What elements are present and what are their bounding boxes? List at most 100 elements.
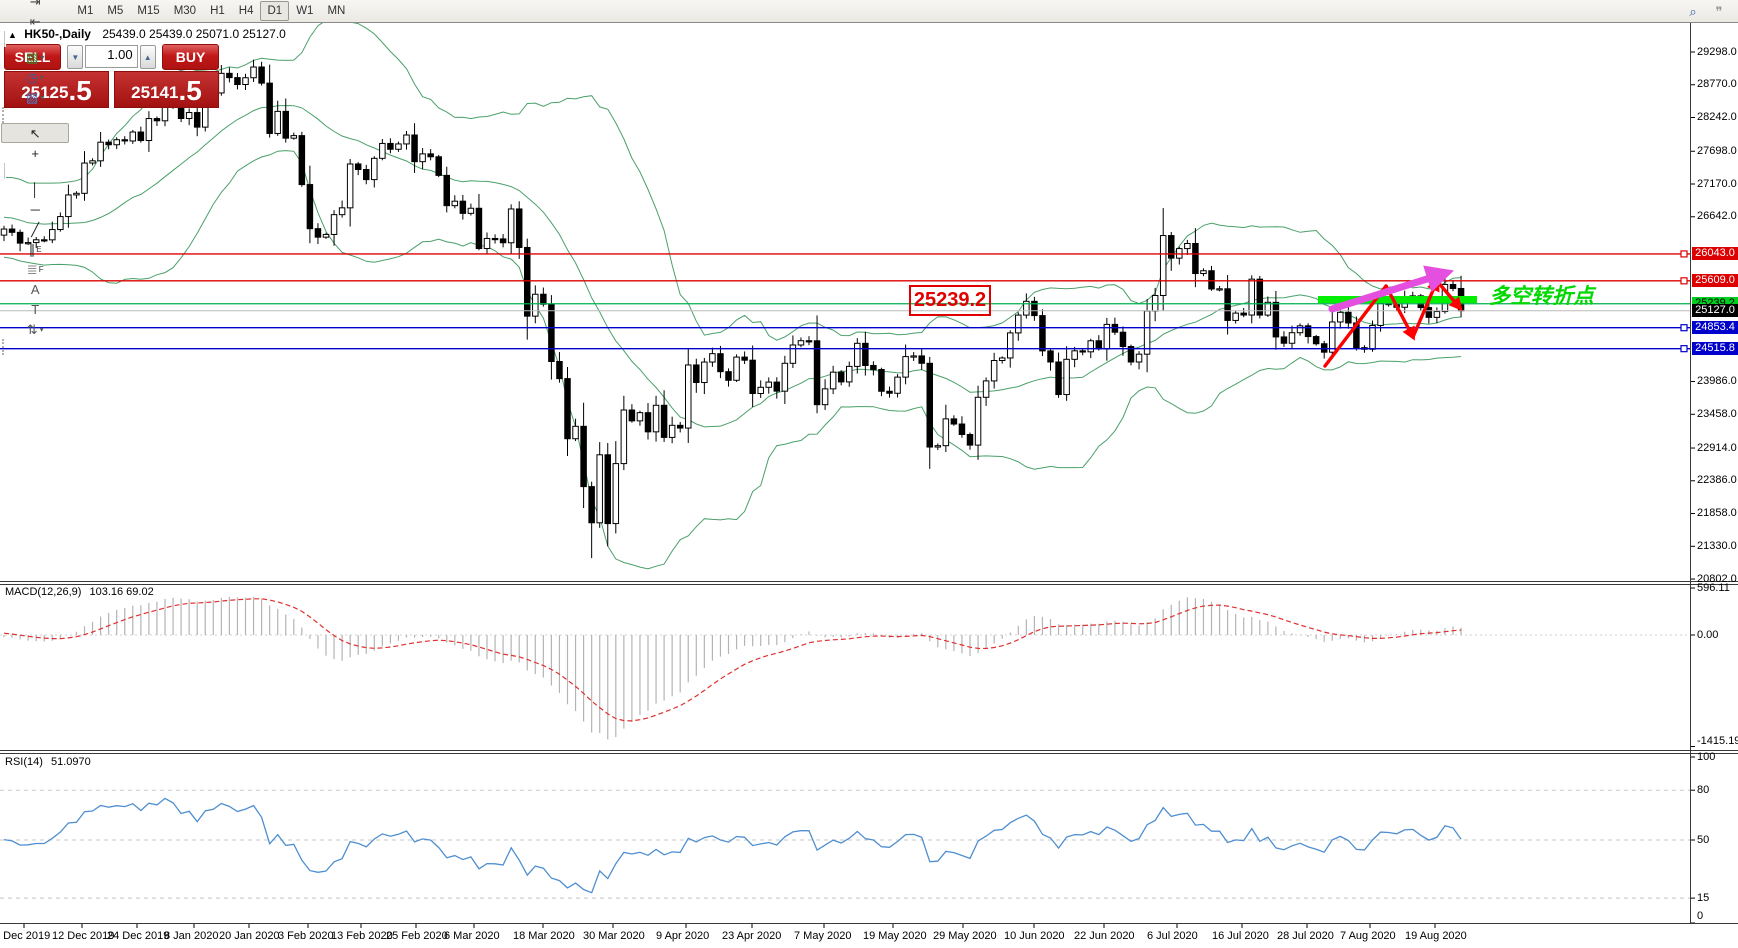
- trendline-icon: ╱: [31, 223, 39, 236]
- toolbar-drag-handle[interactable]: [2, 339, 9, 355]
- ohlc-values: 25439.0 25439.0 25071.0 25127.0: [102, 27, 286, 41]
- auto-scroll-icon: ⇥: [30, 0, 41, 8]
- sell-price-pip: .5: [68, 76, 91, 106]
- fibonacci-icon-sub: F: [39, 265, 44, 274]
- macd-label: MACD(12,26,9) 103.16 69.02: [5, 586, 154, 598]
- toolbar-right-group: ⌕❞: [1680, 1, 1732, 21]
- search-button[interactable]: ⌕: [1681, 1, 1705, 21]
- date-tick-label: 2 Dec 2019: [0, 930, 50, 942]
- date-tick-label: 13 Feb 2020: [331, 930, 393, 942]
- vertical-line-icon: │: [31, 183, 39, 196]
- fibonacci-button[interactable]: ≣F: [1, 259, 69, 279]
- chart-canvas[interactable]: [0, 0, 1738, 948]
- add-indicator-button[interactable]: ▧▾: [1, 47, 69, 67]
- timeframe-m15-button[interactable]: M15: [130, 1, 166, 21]
- horizontal-line-button[interactable]: ─: [1, 199, 69, 219]
- timeframe-h4-button[interactable]: H4: [232, 1, 261, 21]
- chart-shift-button[interactable]: ⇤: [1, 11, 69, 31]
- periods-clock-icon: ◷: [27, 71, 38, 84]
- dropdown-arrow-icon[interactable]: ▾: [40, 73, 44, 82]
- timeframe-d1-button[interactable]: D1: [260, 1, 289, 21]
- timeframe-group: M1M5M15M30H1H4D1W1MN: [70, 1, 352, 21]
- rsi-name: RSI(14): [5, 756, 43, 768]
- crosshair-button[interactable]: +: [1, 143, 69, 163]
- volume-input[interactable]: 1.00: [85, 45, 137, 68]
- date-tick-label: 9 Apr 2020: [656, 930, 709, 942]
- rsi-tick-label: 100: [1697, 751, 1715, 763]
- date-tick-label: 8 Jan 2020: [164, 930, 218, 942]
- macd-panel[interactable]: [0, 597, 1690, 739]
- volume-increase-button[interactable]: ▲: [140, 45, 156, 69]
- macd-tick-label: -1415.19: [1697, 735, 1738, 747]
- arrows-button[interactable]: ⇅▾: [1, 319, 69, 339]
- horizontal-line-icon: ─: [31, 203, 40, 216]
- price-tick-label: 27698.0: [1697, 145, 1737, 157]
- chart-shift-icon: ⇤: [30, 15, 41, 28]
- price-tick-label: 28242.0: [1697, 111, 1737, 123]
- panel-separator[interactable]: [0, 750, 1738, 751]
- buy-price-display[interactable]: 25141 .5: [114, 71, 219, 108]
- rsi-panel[interactable]: [0, 790, 1690, 898]
- timeframe-mn-button[interactable]: MN: [320, 1, 352, 21]
- support-price-annotation[interactable]: 25239.2: [909, 285, 991, 316]
- panel-separator: [0, 753, 1738, 754]
- date-tick-label: 25 Feb 2020: [386, 930, 448, 942]
- dropdown-arrow-icon[interactable]: ▾: [40, 93, 44, 102]
- price-tick-label: 23986.0: [1697, 375, 1737, 387]
- price-tick-label: 22914.0: [1697, 442, 1737, 454]
- macd-values: 103.16 69.02: [89, 586, 153, 598]
- auto-scroll-button[interactable]: ⇥: [1, 0, 69, 11]
- community-chat-button[interactable]: ❞: [1707, 1, 1731, 21]
- panel-separator: [0, 584, 1738, 585]
- price-axis-border: [1690, 22, 1691, 923]
- periods-clock-button[interactable]: ◷▾: [1, 67, 69, 87]
- search-icon: ⌕: [1689, 5, 1696, 18]
- cursor-icon: ↖: [30, 127, 41, 140]
- buy-button[interactable]: BUY: [162, 44, 219, 70]
- macd-name: MACD(12,26,9): [5, 586, 81, 598]
- date-tick-label: 7 May 2020: [794, 930, 851, 942]
- toolbar-separator: [4, 31, 5, 47]
- line-handle[interactable]: [1681, 346, 1687, 352]
- timeframe-h1-button[interactable]: H1: [203, 1, 232, 21]
- template-button[interactable]: ▨▾: [1, 87, 69, 107]
- cursor-button[interactable]: ↖: [1, 123, 69, 143]
- price-tick-label: 29298.0: [1697, 46, 1737, 58]
- date-tick-label: 12 Dec 2019: [52, 930, 114, 942]
- timeframe-m1-button[interactable]: M1: [70, 1, 100, 21]
- date-tick-label: 28 Jul 2020: [1277, 930, 1334, 942]
- turning-point-annotation[interactable]: 多空转折点: [1489, 280, 1594, 310]
- toolbar-drag-handle[interactable]: [2, 107, 9, 123]
- trendline-button[interactable]: ╱: [1, 219, 69, 239]
- price-tick-label: 28770.0: [1697, 78, 1737, 90]
- date-tick-label: 29 May 2020: [933, 930, 997, 942]
- level-price-label: 25609.0: [1692, 274, 1738, 287]
- equidistant-channel-icon: ∥: [29, 243, 36, 256]
- red-zigzag-arrow[interactable]: [1413, 281, 1437, 337]
- text-icon: A: [31, 283, 40, 296]
- rsi-tick-label: 15: [1697, 892, 1709, 904]
- toolbar-icon-group: ▤◫▣新订单◆≣◉◉自动交易⊪▮∿⊕⊖▦⇥⇤▧▾◷▾▨▾↖+│─╱∥E≣FAT⇅…: [0, 0, 70, 355]
- buy-price-main: 25141: [131, 80, 178, 106]
- dropdown-arrow-icon[interactable]: ▾: [40, 325, 44, 334]
- line-handle[interactable]: [1681, 278, 1687, 284]
- price-tick-label: 22386.0: [1697, 474, 1737, 486]
- timeframe-w1-button[interactable]: W1: [289, 1, 320, 21]
- equidistant-channel-button[interactable]: ∥E: [1, 239, 69, 259]
- text-label-icon: T: [31, 303, 39, 316]
- fibonacci-icon: ≣: [27, 263, 38, 276]
- price-panel[interactable]: [1, 20, 1464, 569]
- dropdown-arrow-icon[interactable]: ▾: [40, 53, 44, 62]
- text-label-button[interactable]: T: [1, 299, 69, 319]
- timeframe-m5-button[interactable]: M5: [100, 1, 130, 21]
- vertical-line-button[interactable]: │: [1, 179, 69, 199]
- timeframe-m30-button[interactable]: M30: [167, 1, 203, 21]
- date-tick-label: 30 Mar 2020: [583, 930, 645, 942]
- rsi-value: 51.0970: [51, 756, 91, 768]
- line-handle[interactable]: [1681, 251, 1687, 257]
- text-button[interactable]: A: [1, 279, 69, 299]
- line-handle[interactable]: [1681, 325, 1687, 331]
- level-price-label: 24515.8: [1692, 342, 1738, 355]
- panel-separator[interactable]: [0, 581, 1738, 582]
- date-tick-label: 22 Jun 2020: [1074, 930, 1135, 942]
